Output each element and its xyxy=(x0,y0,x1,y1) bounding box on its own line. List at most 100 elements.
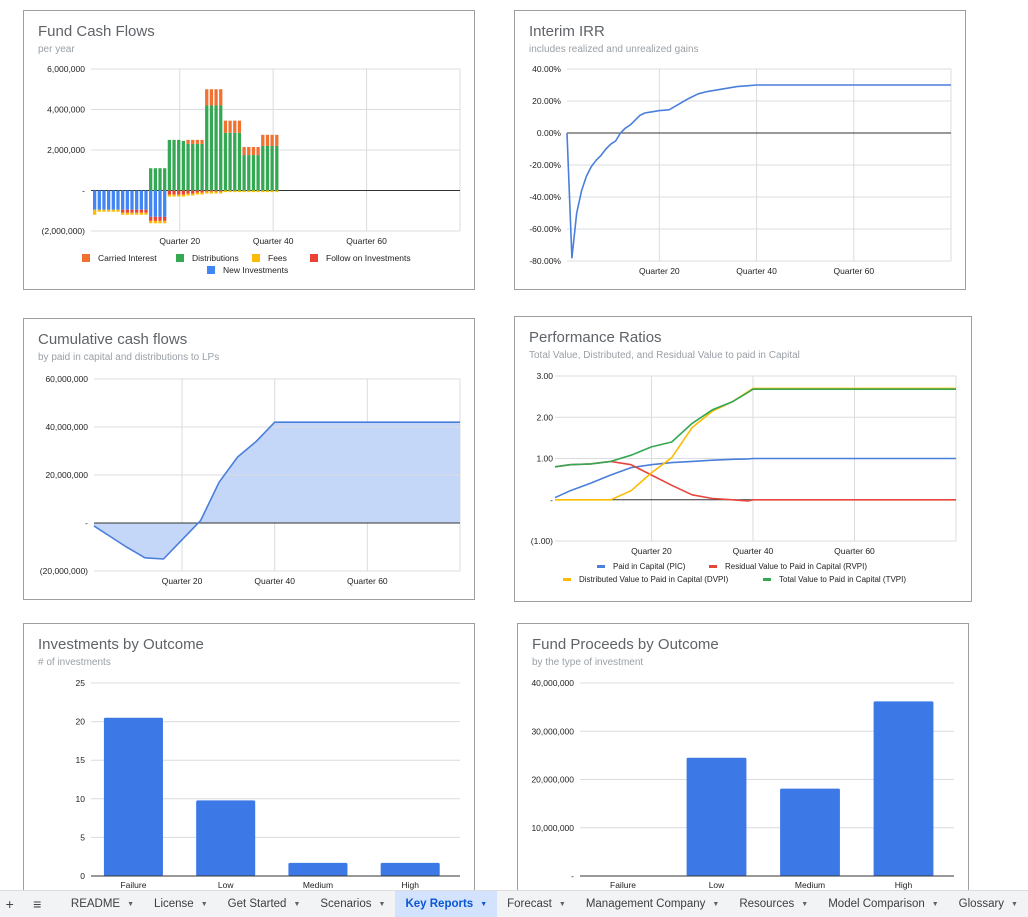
bar-segment-fees xyxy=(177,194,181,197)
bar-segment-fees xyxy=(247,190,251,193)
series-line-dvpi xyxy=(555,387,956,501)
caret-down-icon[interactable]: ▼ xyxy=(1011,901,1018,908)
investments-by-outcome-plot: 25 20 15 10 5 0 Failure Low Medium High xyxy=(76,678,460,890)
sheet-tab-glossary[interactable]: Glossary ▼ xyxy=(949,891,1028,917)
caret-down-icon[interactable]: ▼ xyxy=(127,901,134,908)
bar-medium xyxy=(780,788,840,876)
bar-segment-distributions xyxy=(177,139,181,191)
interim-irr-chart[interactable]: Interim IRR includes realized and unreal… xyxy=(514,10,966,290)
caret-down-icon[interactable]: ▼ xyxy=(293,901,300,908)
bar-medium xyxy=(288,862,348,876)
fund-cash-flows-chart[interactable]: Fund Cash Flows per year Quarter 20 Quart… xyxy=(23,10,475,290)
bar-segment-new-investments xyxy=(139,190,143,210)
bar-segment-new-investments xyxy=(130,190,134,210)
bar-segment-carried-interest xyxy=(256,146,260,156)
y-tick-label: 40.00% xyxy=(532,64,561,74)
bar-segment-carried-interest xyxy=(186,139,190,144)
legend-label: Distributed Value to Paid in Capital (DV… xyxy=(579,575,729,584)
sheet-tab-scenarios[interactable]: Scenarios ▼ xyxy=(310,891,395,917)
x-tick-label: Quarter 40 xyxy=(253,236,294,246)
y-tick-label: - xyxy=(85,518,88,528)
bar-segment-follow-on-investments xyxy=(121,209,125,213)
sheet-tab-label: README xyxy=(70,898,121,910)
x-tick-label: Quarter 40 xyxy=(254,576,295,586)
bar-segment-fees xyxy=(107,209,111,212)
sheet-tab-model-comparison[interactable]: Model Comparison ▼ xyxy=(818,891,948,917)
bar-segment-fees xyxy=(144,212,148,215)
fund-cash-flows-plot: Quarter 20 Quarter 40 Quarter 60 6,000,000 4… xyxy=(42,64,461,275)
bar-segment-distributions xyxy=(153,168,157,191)
bar-segment-carried-interest xyxy=(265,134,270,146)
bar-segment-carried-interest xyxy=(200,139,204,144)
bar-segment-fees xyxy=(139,212,143,215)
caret-down-icon[interactable]: ▼ xyxy=(480,901,487,908)
y-tick-label: (20,000,000) xyxy=(40,566,88,576)
bar-segment-distributions xyxy=(275,145,279,191)
y-tick-label: 30,000,000 xyxy=(531,726,574,736)
bar-segment-new-investments xyxy=(93,190,97,210)
caret-down-icon[interactable]: ▼ xyxy=(801,901,808,908)
menu-icon[interactable]: ≡ xyxy=(27,896,46,912)
sheet-tab-forecast[interactable]: Forecast ▼ xyxy=(497,891,576,917)
x-tick-label: Quarter 60 xyxy=(834,546,875,556)
bar-segment-carried-interest xyxy=(237,120,242,133)
bar-segment-distributions xyxy=(247,155,251,191)
bar-segment-new-investments xyxy=(111,190,115,210)
bar-segment-fees xyxy=(93,209,97,215)
sheet-tab-resources[interactable]: Resources ▼ xyxy=(729,891,818,917)
y-tick-label: 40,000,000 xyxy=(531,678,574,688)
fund-proceeds-by-outcome-chart[interactable]: Fund Proceeds by Outcome by the type of … xyxy=(517,623,969,913)
legend-swatch xyxy=(252,254,260,262)
bar-segment-new-investments xyxy=(149,190,153,217)
caret-down-icon[interactable]: ▼ xyxy=(932,901,939,908)
sheet-tab-management-company[interactable]: Management Company ▼ xyxy=(576,891,729,917)
bar-low xyxy=(196,800,256,876)
bar-segment-fees xyxy=(158,220,162,224)
cumulative-cash-flows-chart[interactable]: Cumulative cash flows by paid in capital… xyxy=(23,318,475,600)
legend-swatch xyxy=(310,254,318,262)
bar-segment-fees xyxy=(125,212,129,215)
caret-down-icon[interactable]: ▼ xyxy=(712,901,719,908)
bar-segment-carried-interest xyxy=(228,120,232,133)
bar-segment-distributions xyxy=(228,132,232,191)
bar-segment-follow-on-investments xyxy=(135,209,139,213)
sheet-tab-get-started[interactable]: Get Started ▼ xyxy=(218,891,311,917)
plus-icon[interactable]: + xyxy=(0,896,19,912)
y-tick-label: (2,000,000) xyxy=(42,226,86,236)
bar-segment-follow-on-investments xyxy=(130,209,134,213)
caret-down-icon[interactable]: ▼ xyxy=(201,901,208,908)
bar-segment-fees xyxy=(135,212,139,215)
bar-segment-fees xyxy=(209,191,214,194)
bar-high xyxy=(873,701,934,876)
bar-segment-follow-on-investments xyxy=(149,216,153,221)
bar-segment-distributions xyxy=(233,132,237,191)
caret-down-icon[interactable]: ▼ xyxy=(379,901,386,908)
series-line-tvpi xyxy=(554,388,956,468)
y-tick-label: 25 xyxy=(76,678,86,688)
investments-by-outcome-chart[interactable]: Investments by Outcome # of investments … xyxy=(23,623,475,913)
bar-segment-distributions xyxy=(158,168,162,191)
legend-swatch xyxy=(563,578,571,581)
legend-label: Total Value to Paid in Capital (TVPI) xyxy=(779,575,906,584)
bar-segment-fees xyxy=(163,220,167,224)
bar-segment-carried-interest xyxy=(219,89,223,106)
sheet-tab-label: Forecast xyxy=(507,898,552,910)
y-tick-label: 20,000,000 xyxy=(45,470,88,480)
bar-segment-follow-on-investments xyxy=(139,209,143,213)
bar-segment-follow-on-investments xyxy=(200,190,204,193)
sheet-tab-readme[interactable]: README ▼ xyxy=(61,891,144,917)
sheet-tab-label: Glossary xyxy=(958,898,1005,910)
sheet-tab-license[interactable]: License ▼ xyxy=(144,891,218,917)
bar-segment-distributions xyxy=(256,155,260,191)
x-category-label: Medium xyxy=(795,880,825,890)
y-tick-label: - xyxy=(571,871,574,881)
performance-ratios-chart[interactable]: Performance Ratios Total Value, Distribu… xyxy=(514,316,972,602)
legend-swatch xyxy=(207,266,215,274)
bar-segment-new-investments xyxy=(135,190,139,210)
bar-segment-fees xyxy=(261,190,265,193)
sheet-tab-key-reports[interactable]: Key Reports ▼ xyxy=(395,891,498,917)
legend-swatch xyxy=(763,578,771,581)
caret-down-icon[interactable]: ▼ xyxy=(559,901,566,908)
bar-segment-fees xyxy=(195,192,200,195)
x-tick-label: Quarter 60 xyxy=(347,576,388,586)
